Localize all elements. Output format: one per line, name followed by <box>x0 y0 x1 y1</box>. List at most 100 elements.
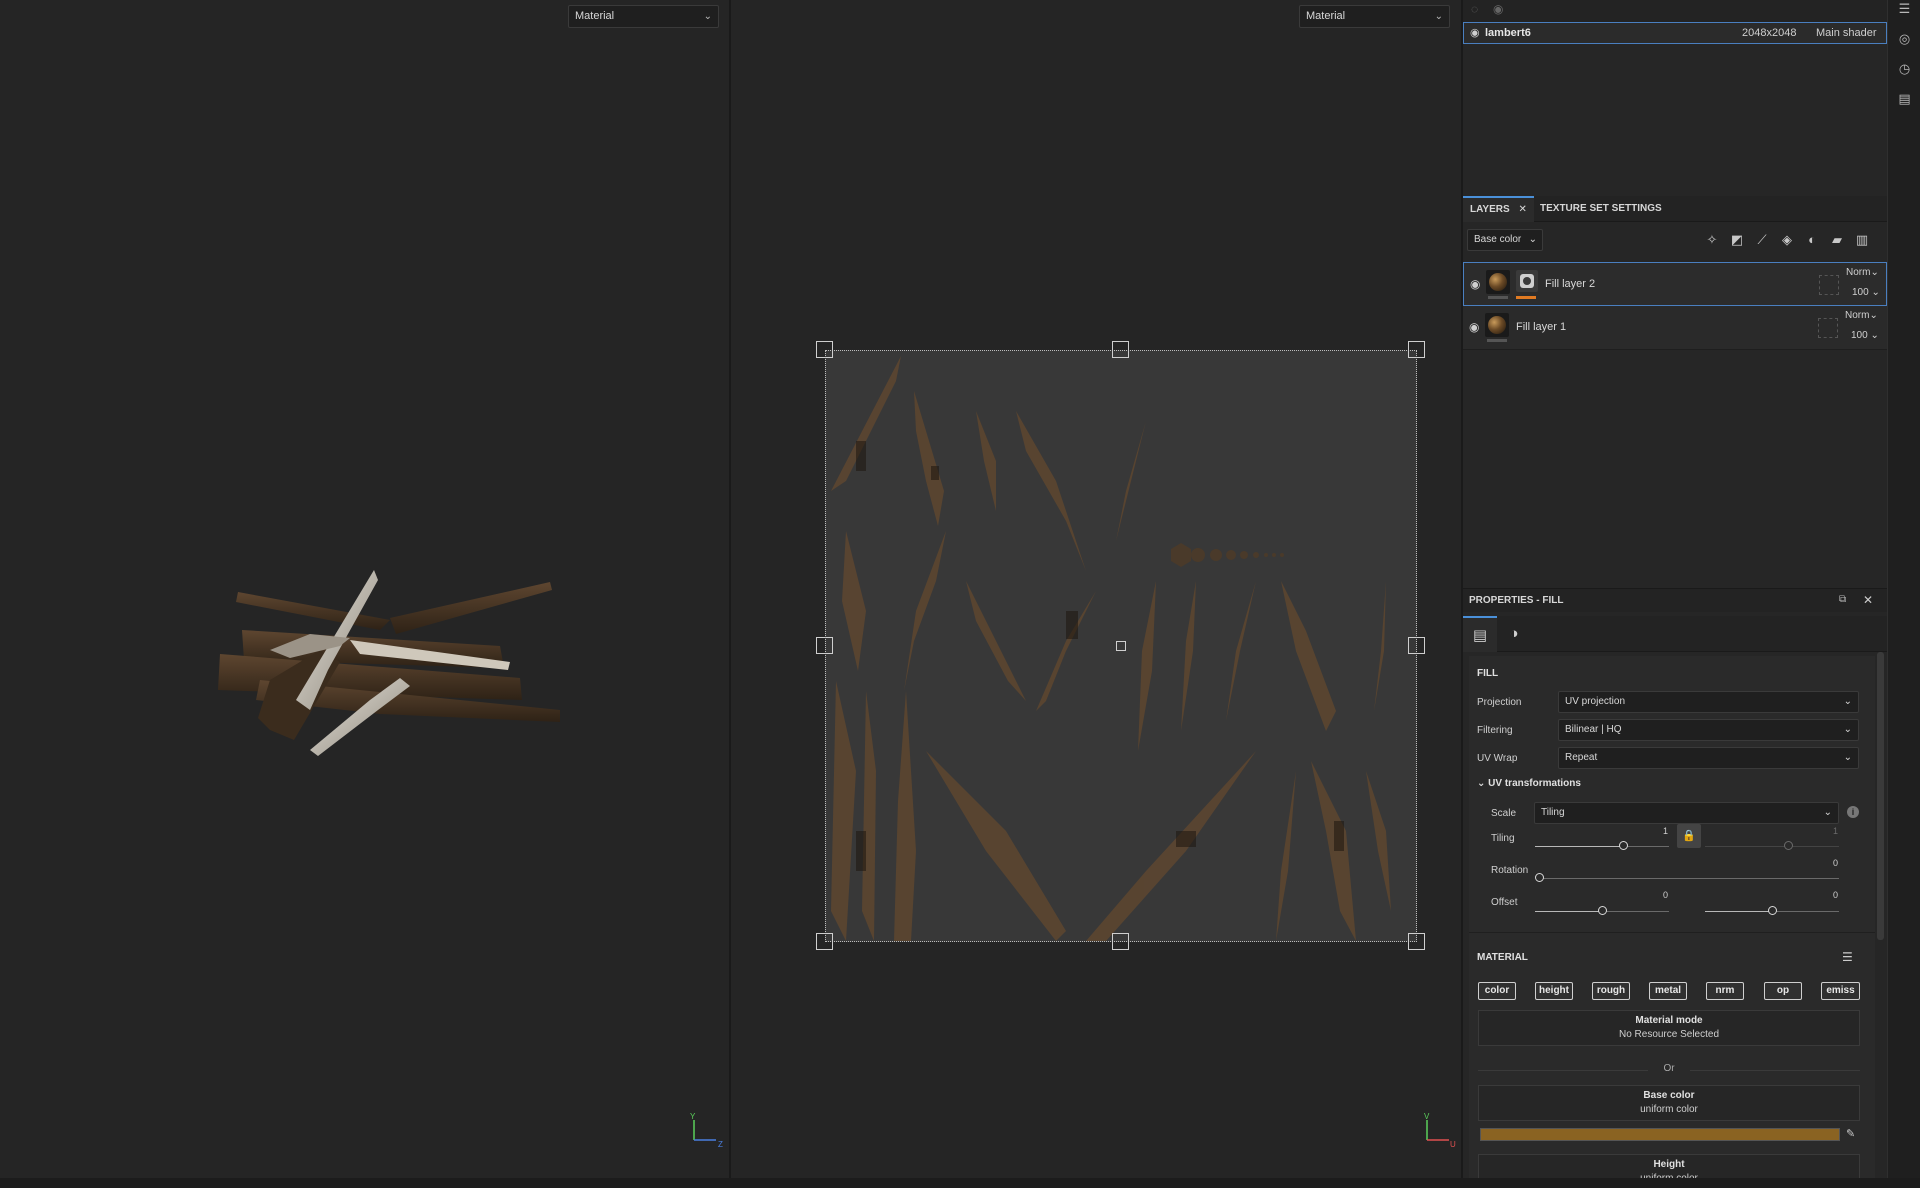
base-color-swatch[interactable] <box>1480 1128 1840 1141</box>
layers-toolbar: Base color ⌄ ✧ ◩ ⟋ ◈ ◐ ▰ ▥ <box>1463 224 1887 256</box>
opacity-label: 100 <box>1852 287 1869 298</box>
uvwrap-value: Repeat <box>1565 752 1598 763</box>
properties-tabs: ▤ ◑ <box>1463 616 1887 652</box>
layer-thumb-underline <box>1488 296 1508 299</box>
tab-texture-set-settings[interactable]: TEXTURE SET SETTINGS <box>1533 196 1669 222</box>
projection-select[interactable]: UV projection ⌄ <box>1558 691 1859 713</box>
offset-v-handle[interactable] <box>1768 906 1777 915</box>
rotation-handle[interactable] <box>1535 873 1544 882</box>
brush-icon[interactable]: ⟋ <box>1754 232 1770 248</box>
viewport-3d[interactable]: Material ⌄ Y Z <box>0 0 729 1178</box>
camera-icon[interactable]: ◎ <box>1896 30 1913 47</box>
opacity-select[interactable]: 100 ⌄ <box>1851 330 1879 341</box>
menu-icon[interactable]: ☰ <box>1896 0 1913 17</box>
close-icon[interactable]: ✕ <box>1863 593 1873 607</box>
close-icon[interactable]: ✕ <box>1518 204 1526 215</box>
transform-handle-bottom-left[interactable] <box>816 933 833 950</box>
channel-select-label: Base color <box>1474 234 1522 245</box>
viewport-2d[interactable]: Material ⌄ V U <box>731 0 1461 1178</box>
trash-icon[interactable]: ▥ <box>1854 232 1870 248</box>
tab-layers[interactable]: LAYERS ✕ <box>1463 196 1534 222</box>
transform-handle-center[interactable] <box>1116 641 1126 651</box>
blend-mode-label: Norm <box>1846 267 1871 278</box>
folder-icon[interactable]: ▰ <box>1829 232 1845 248</box>
offset-u-value: 0 <box>1663 890 1669 900</box>
eye-icon[interactable]: ◉ <box>1469 320 1483 334</box>
eyedropper-icon[interactable]: ✎ <box>1846 1127 1855 1140</box>
mask-icon[interactable] <box>1516 270 1538 292</box>
tiling-v-handle[interactable] <box>1784 841 1793 850</box>
viewport-2d-mode-select[interactable]: Material ⌄ <box>1299 5 1450 28</box>
lock-icon[interactable]: 🔒 <box>1677 824 1701 848</box>
channel-toggle-metal[interactable]: metal <box>1649 982 1687 1000</box>
tab-fill-properties[interactable]: ▤ <box>1463 616 1497 652</box>
transform-handle-top-right[interactable] <box>1408 341 1425 358</box>
material-mode-title: Material mode <box>1635 1015 1703 1026</box>
filtering-select[interactable]: Bilinear | HQ ⌄ <box>1558 719 1859 741</box>
rotation-value: 0 <box>1833 858 1839 868</box>
info-icon[interactable]: i <box>1847 806 1859 818</box>
log-icon[interactable]: ▤ <box>1896 90 1913 107</box>
blend-mode-select[interactable]: Norm⌄ <box>1845 310 1878 321</box>
rotation-track[interactable] <box>1539 878 1839 879</box>
projection-value: UV projection <box>1565 696 1626 707</box>
axis-z-label: Z <box>718 1140 723 1149</box>
transform-handle-top[interactable] <box>1112 341 1129 358</box>
uv-transformations-toggle[interactable]: ⌄ UV transformations <box>1477 778 1581 789</box>
texture-set-shader: Main shader <box>1816 27 1877 39</box>
offset-u-handle[interactable] <box>1598 906 1607 915</box>
eye-icon[interactable]: ◉ <box>1470 26 1480 39</box>
undock-icon[interactable]: ⧉ <box>1839 594 1846 605</box>
uv-transformations-title: UV transformations <box>1488 778 1581 789</box>
add-mask-icon[interactable]: ◩ <box>1729 232 1745 248</box>
channel-toggle-op[interactable]: op <box>1764 982 1802 1000</box>
opacity-select[interactable]: 100 ⌄ <box>1852 287 1880 298</box>
filtering-value: Bilinear | HQ <box>1565 724 1622 735</box>
palette-icon[interactable]: ◐ <box>1804 232 1820 248</box>
channel-toggle-emiss[interactable]: emiss <box>1821 982 1860 1000</box>
transform-handle-top-left[interactable] <box>816 341 833 358</box>
transform-handle-bottom-right[interactable] <box>1408 933 1425 950</box>
history-icon[interactable]: ◷ <box>1896 60 1913 77</box>
channel-select[interactable]: Base color ⌄ <box>1467 229 1543 251</box>
properties-scrollbar[interactable] <box>1877 652 1884 940</box>
layer-thumb-underline <box>1487 339 1507 342</box>
texture-set-row[interactable]: ◉ lambert6 2048x2048 Main shader <box>1463 22 1887 44</box>
channel-toggle-color[interactable]: color <box>1478 982 1516 1000</box>
magic-wand-icon[interactable]: ✧ <box>1704 232 1720 248</box>
layer-row-fill-1[interactable]: ◉ Fill layer 1 Norm⌄ 100 ⌄ <box>1463 306 1887 350</box>
channel-toggle-height[interactable]: height <box>1535 982 1573 1000</box>
filtering-label: Filtering <box>1477 725 1513 736</box>
tab-material-properties[interactable]: ◑ <box>1497 616 1531 652</box>
properties-header: PROPERTIES - FILL ⧉ ✕ <box>1463 588 1887 612</box>
uvwrap-select[interactable]: Repeat ⌄ <box>1558 747 1859 769</box>
base-color-slot[interactable]: Base color uniform color <box>1478 1085 1860 1121</box>
blend-mode-select[interactable]: Norm⌄ <box>1846 267 1879 278</box>
transform-handle-right[interactable] <box>1408 637 1425 654</box>
material-settings-icon[interactable]: ☰ <box>1842 950 1853 964</box>
tiling-v-track[interactable] <box>1705 846 1839 847</box>
material-mode-value: No Resource Selected <box>1618 1029 1720 1040</box>
offset-u-fill <box>1535 911 1602 912</box>
material-mode-slot[interactable]: Material mode No Resource Selected <box>1478 1010 1860 1046</box>
channel-toggle-rough[interactable]: rough <box>1592 982 1630 1000</box>
eye-icon[interactable]: ◉ <box>1470 277 1484 291</box>
transform-handle-left[interactable] <box>816 637 833 654</box>
chevron-down-icon: ⌄ <box>1434 11 1443 22</box>
hide-icon[interactable]: ◌ <box>1471 2 1478 16</box>
blend-preview <box>1819 275 1839 295</box>
scale-select[interactable]: Tiling ⌄ <box>1534 802 1839 824</box>
layer-material-thumbnail[interactable] <box>1485 313 1509 337</box>
fill-bucket-icon[interactable]: ◈ <box>1779 232 1795 248</box>
chevron-down-icon: ⌄ <box>703 11 712 22</box>
right-tool-strip: ☰ ◎ ◷ ▤ <box>1887 0 1920 1178</box>
layer-row-fill-2[interactable]: ◉ Fill layer 2 Norm⌄ 100 ⌄ <box>1463 262 1887 306</box>
layer-material-thumbnail[interactable] <box>1486 270 1510 294</box>
eye-icon[interactable]: ◉ <box>1493 2 1503 16</box>
tiling-v-value: 1 <box>1833 826 1839 836</box>
viewport-3d-mode-select[interactable]: Material ⌄ <box>568 5 719 28</box>
tiling-u-handle[interactable] <box>1619 841 1628 850</box>
offset-v-fill <box>1705 911 1772 912</box>
transform-handle-bottom[interactable] <box>1112 933 1129 950</box>
channel-toggle-nrm[interactable]: nrm <box>1706 982 1744 1000</box>
